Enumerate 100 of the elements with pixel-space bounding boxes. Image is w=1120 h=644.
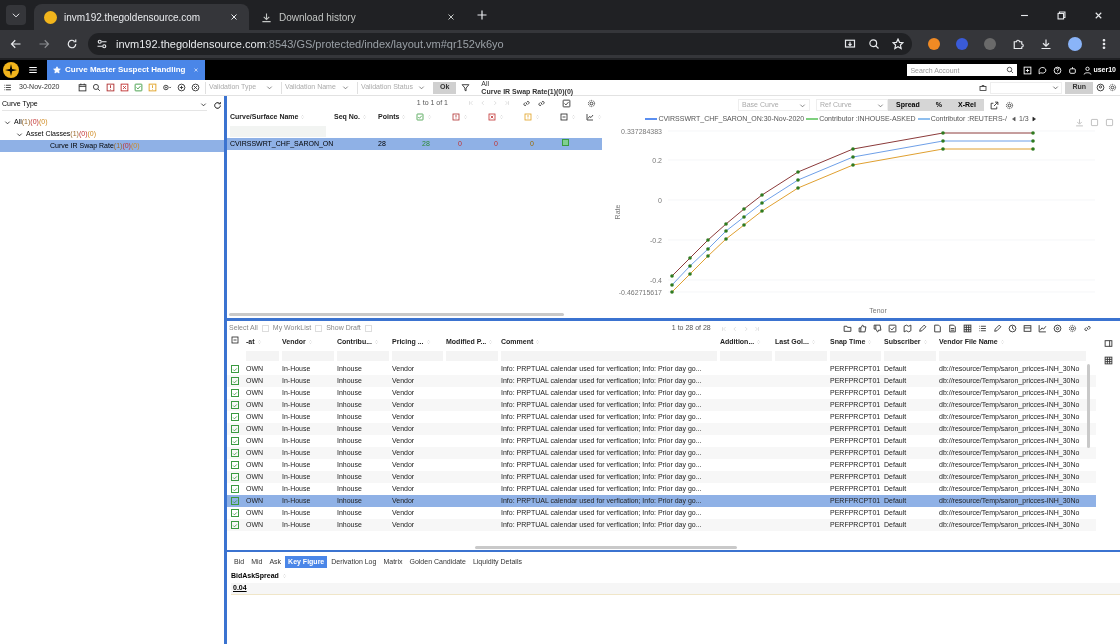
clear-circle-icon[interactable] <box>191 83 200 92</box>
settings-icon[interactable] <box>1004 100 1014 110</box>
pencil-icon[interactable] <box>993 324 1002 333</box>
back-icon[interactable] <box>10 38 22 50</box>
user-circle-icon[interactable] <box>1096 83 1105 92</box>
settings-icon[interactable] <box>587 98 596 108</box>
add-circle-icon[interactable] <box>177 83 186 92</box>
sort-icon <box>597 114 602 120</box>
table-icon[interactable] <box>963 324 972 333</box>
checkbox[interactable] <box>231 365 239 373</box>
reload-icon[interactable] <box>66 38 78 50</box>
checkbox[interactable] <box>231 425 239 433</box>
site-settings-icon[interactable] <box>96 38 108 50</box>
download-icon[interactable] <box>1040 38 1052 50</box>
folder-icon[interactable] <box>843 324 852 333</box>
scrollbar[interactable] <box>229 313 564 316</box>
link-icon[interactable] <box>1083 324 1092 333</box>
chevron-down-icon[interactable] <box>11 10 21 20</box>
robot-icon[interactable] <box>1068 65 1078 75</box>
add-box-icon[interactable] <box>1023 65 1033 75</box>
checkbox[interactable] <box>231 389 239 397</box>
target-dropdown-icon[interactable] <box>162 83 172 92</box>
edit-dropdown-icon[interactable] <box>918 324 927 333</box>
new-tab-icon[interactable] <box>476 9 488 21</box>
checklist-dropdown-icon[interactable] <box>888 324 897 333</box>
filter-off-icon[interactable] <box>461 83 471 92</box>
chevron-down-icon <box>799 101 807 109</box>
document-icon[interactable] <box>948 324 957 333</box>
link-icon[interactable] <box>522 98 531 108</box>
close-icon[interactable] <box>229 12 239 22</box>
sort-icon <box>425 339 431 345</box>
thumbs-up-icon[interactable] <box>858 324 867 333</box>
checkbox[interactable] <box>231 413 239 421</box>
menu-icon[interactable] <box>28 65 38 75</box>
calendar-icon[interactable] <box>78 83 87 92</box>
panel-icon[interactable] <box>1023 324 1032 333</box>
checkbox-icon[interactable] <box>134 83 143 92</box>
app-tab[interactable]: Curve Master Suspect Handling <box>47 60 206 80</box>
info-box-icon <box>524 113 532 121</box>
forward-icon[interactable] <box>38 38 50 50</box>
filter-field[interactable] <box>230 125 326 137</box>
list-toggle-icon[interactable] <box>3 83 12 92</box>
error-box-icon[interactable] <box>120 83 129 92</box>
checkbox[interactable] <box>231 401 239 409</box>
settings-icon[interactable] <box>1108 83 1117 92</box>
checkbox[interactable] <box>231 449 239 457</box>
target-icon[interactable] <box>1053 324 1062 333</box>
chat-icon[interactable] <box>1038 65 1048 75</box>
briefcase-icon[interactable] <box>979 83 988 92</box>
previous-page-icon[interactable] <box>1010 116 1017 122</box>
collapse-box-icon[interactable] <box>231 336 239 345</box>
export-dropdown-icon[interactable] <box>933 324 942 333</box>
checkbox[interactable] <box>231 461 239 469</box>
map-dropdown-icon[interactable] <box>903 324 912 333</box>
extensions-puzzle-icon[interactable] <box>1012 38 1024 50</box>
clock-icon[interactable] <box>1008 324 1017 333</box>
install-app-icon[interactable] <box>844 38 856 50</box>
checkbox[interactable] <box>231 377 239 385</box>
checkbox[interactable] <box>231 497 239 505</box>
extension-icon[interactable] <box>928 38 940 50</box>
thumbs-down-icon[interactable] <box>873 324 882 333</box>
panel-icon[interactable] <box>1103 339 1113 348</box>
warning-box-icon[interactable] <box>106 83 115 92</box>
extension-icon[interactable] <box>984 38 996 50</box>
table-icon[interactable] <box>1103 356 1113 365</box>
zoom-icon[interactable] <box>868 38 880 50</box>
sort-icon <box>463 114 468 120</box>
sort-icon <box>281 573 287 579</box>
scrollbar[interactable] <box>1087 364 1090 448</box>
browser-tab[interactable]: invm192.thegoldensource.com <box>34 4 249 30</box>
help-icon[interactable] <box>1053 65 1063 75</box>
checkbox[interactable] <box>231 509 239 517</box>
zoom-in-icon[interactable] <box>92 83 101 92</box>
url-text: invm192.thegoldensource.com:8543/GS/protected/index/layout.vm#qr152vk6yo <box>116 36 504 52</box>
line-chart-icon[interactable] <box>1038 324 1047 333</box>
chevron-down-icon <box>342 84 349 91</box>
checkbox[interactable] <box>231 485 239 493</box>
user-icon[interactable] <box>1083 65 1093 75</box>
address-bar[interactable]: invm192.thegoldensource.com:8543/GS/protected/index/layout.vm#qr152vk6yo <box>88 33 912 55</box>
settings-icon[interactable] <box>1068 324 1077 333</box>
sort-icon <box>756 339 762 345</box>
next-page-icon[interactable] <box>1030 116 1037 122</box>
export-icon[interactable] <box>989 100 999 110</box>
checkbox[interactable] <box>231 473 239 481</box>
checkbox[interactable] <box>231 437 239 445</box>
sort-icon <box>535 339 541 345</box>
list-icon[interactable] <box>978 324 987 333</box>
download-icon <box>261 11 272 23</box>
scrollbar[interactable] <box>475 546 737 549</box>
link-icon[interactable] <box>537 98 546 108</box>
bookmark-star-icon[interactable] <box>892 38 904 50</box>
restore-icon[interactable] <box>1056 9 1067 21</box>
chevron-down-icon <box>418 84 425 91</box>
chevron-down-icon <box>877 101 885 109</box>
close-icon[interactable] <box>446 12 456 22</box>
browser-tab[interactable]: Download history <box>251 4 466 30</box>
checklist-dropdown-icon[interactable] <box>562 98 571 108</box>
profile-avatar[interactable] <box>1068 37 1082 51</box>
refresh-icon[interactable] <box>213 100 222 110</box>
checkbox[interactable] <box>231 521 239 529</box>
